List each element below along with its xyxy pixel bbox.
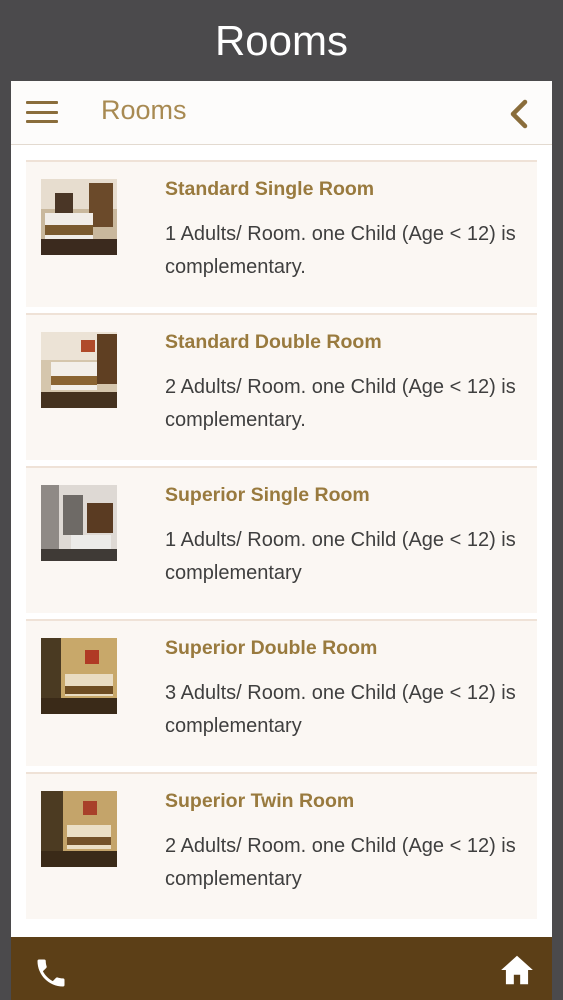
- room-name: Standard Double Room: [165, 331, 382, 353]
- room-card[interactable]: Superior Twin Room 2 Adults/ Room. one C…: [26, 772, 537, 919]
- room-name: Superior Twin Room: [165, 790, 355, 812]
- room-description: 2 Adults/ Room. one Child (Age < 12) is …: [165, 835, 516, 890]
- room-card[interactable]: Standard Double Room 2 Adults/ Room. one…: [26, 313, 537, 460]
- room-description: 3 Adults/ Room. one Child (Age < 12) is …: [165, 682, 516, 737]
- hamburger-menu-icon[interactable]: [26, 101, 58, 123]
- room-thumbnail-image: [41, 332, 117, 408]
- room-name: Standard Single Room: [165, 178, 375, 200]
- window-title-bar: Rooms: [0, 0, 563, 81]
- chevron-left-icon[interactable]: [506, 99, 532, 129]
- app-panel: Rooms Standard Single Room 1 Adults/ Roo…: [11, 81, 552, 1000]
- bottom-nav-bar: [11, 937, 552, 1000]
- room-thumbnail-image: [41, 791, 117, 867]
- room-card[interactable]: Standard Single Room 1 Adults/ Room. one…: [26, 160, 537, 307]
- room-description: 1 Adults/ Room. one Child (Age < 12) is …: [165, 529, 516, 584]
- room-description: 2 Adults/ Room. one Child (Age < 12) is …: [165, 376, 516, 431]
- room-list: Standard Single Room 1 Adults/ Room. one…: [26, 160, 537, 925]
- page-title: Rooms: [101, 95, 187, 125]
- window-title: Rooms: [214, 16, 349, 64]
- room-thumbnail-image: [41, 485, 117, 561]
- room-card[interactable]: Superior Double Room 3 Adults/ Room. one…: [26, 619, 537, 766]
- room-thumbnail-image: [41, 638, 117, 714]
- home-icon[interactable]: [498, 951, 536, 989]
- room-name: Superior Double Room: [165, 637, 378, 659]
- room-description: 1 Adults/ Room. one Child (Age < 12) is …: [165, 223, 516, 278]
- phone-icon[interactable]: [33, 955, 69, 991]
- room-card[interactable]: Superior Single Room 1 Adults/ Room. one…: [26, 466, 537, 613]
- room-thumbnail-image: [41, 179, 117, 255]
- room-name: Superior Single Room: [165, 484, 370, 506]
- app-header: Rooms: [11, 81, 552, 145]
